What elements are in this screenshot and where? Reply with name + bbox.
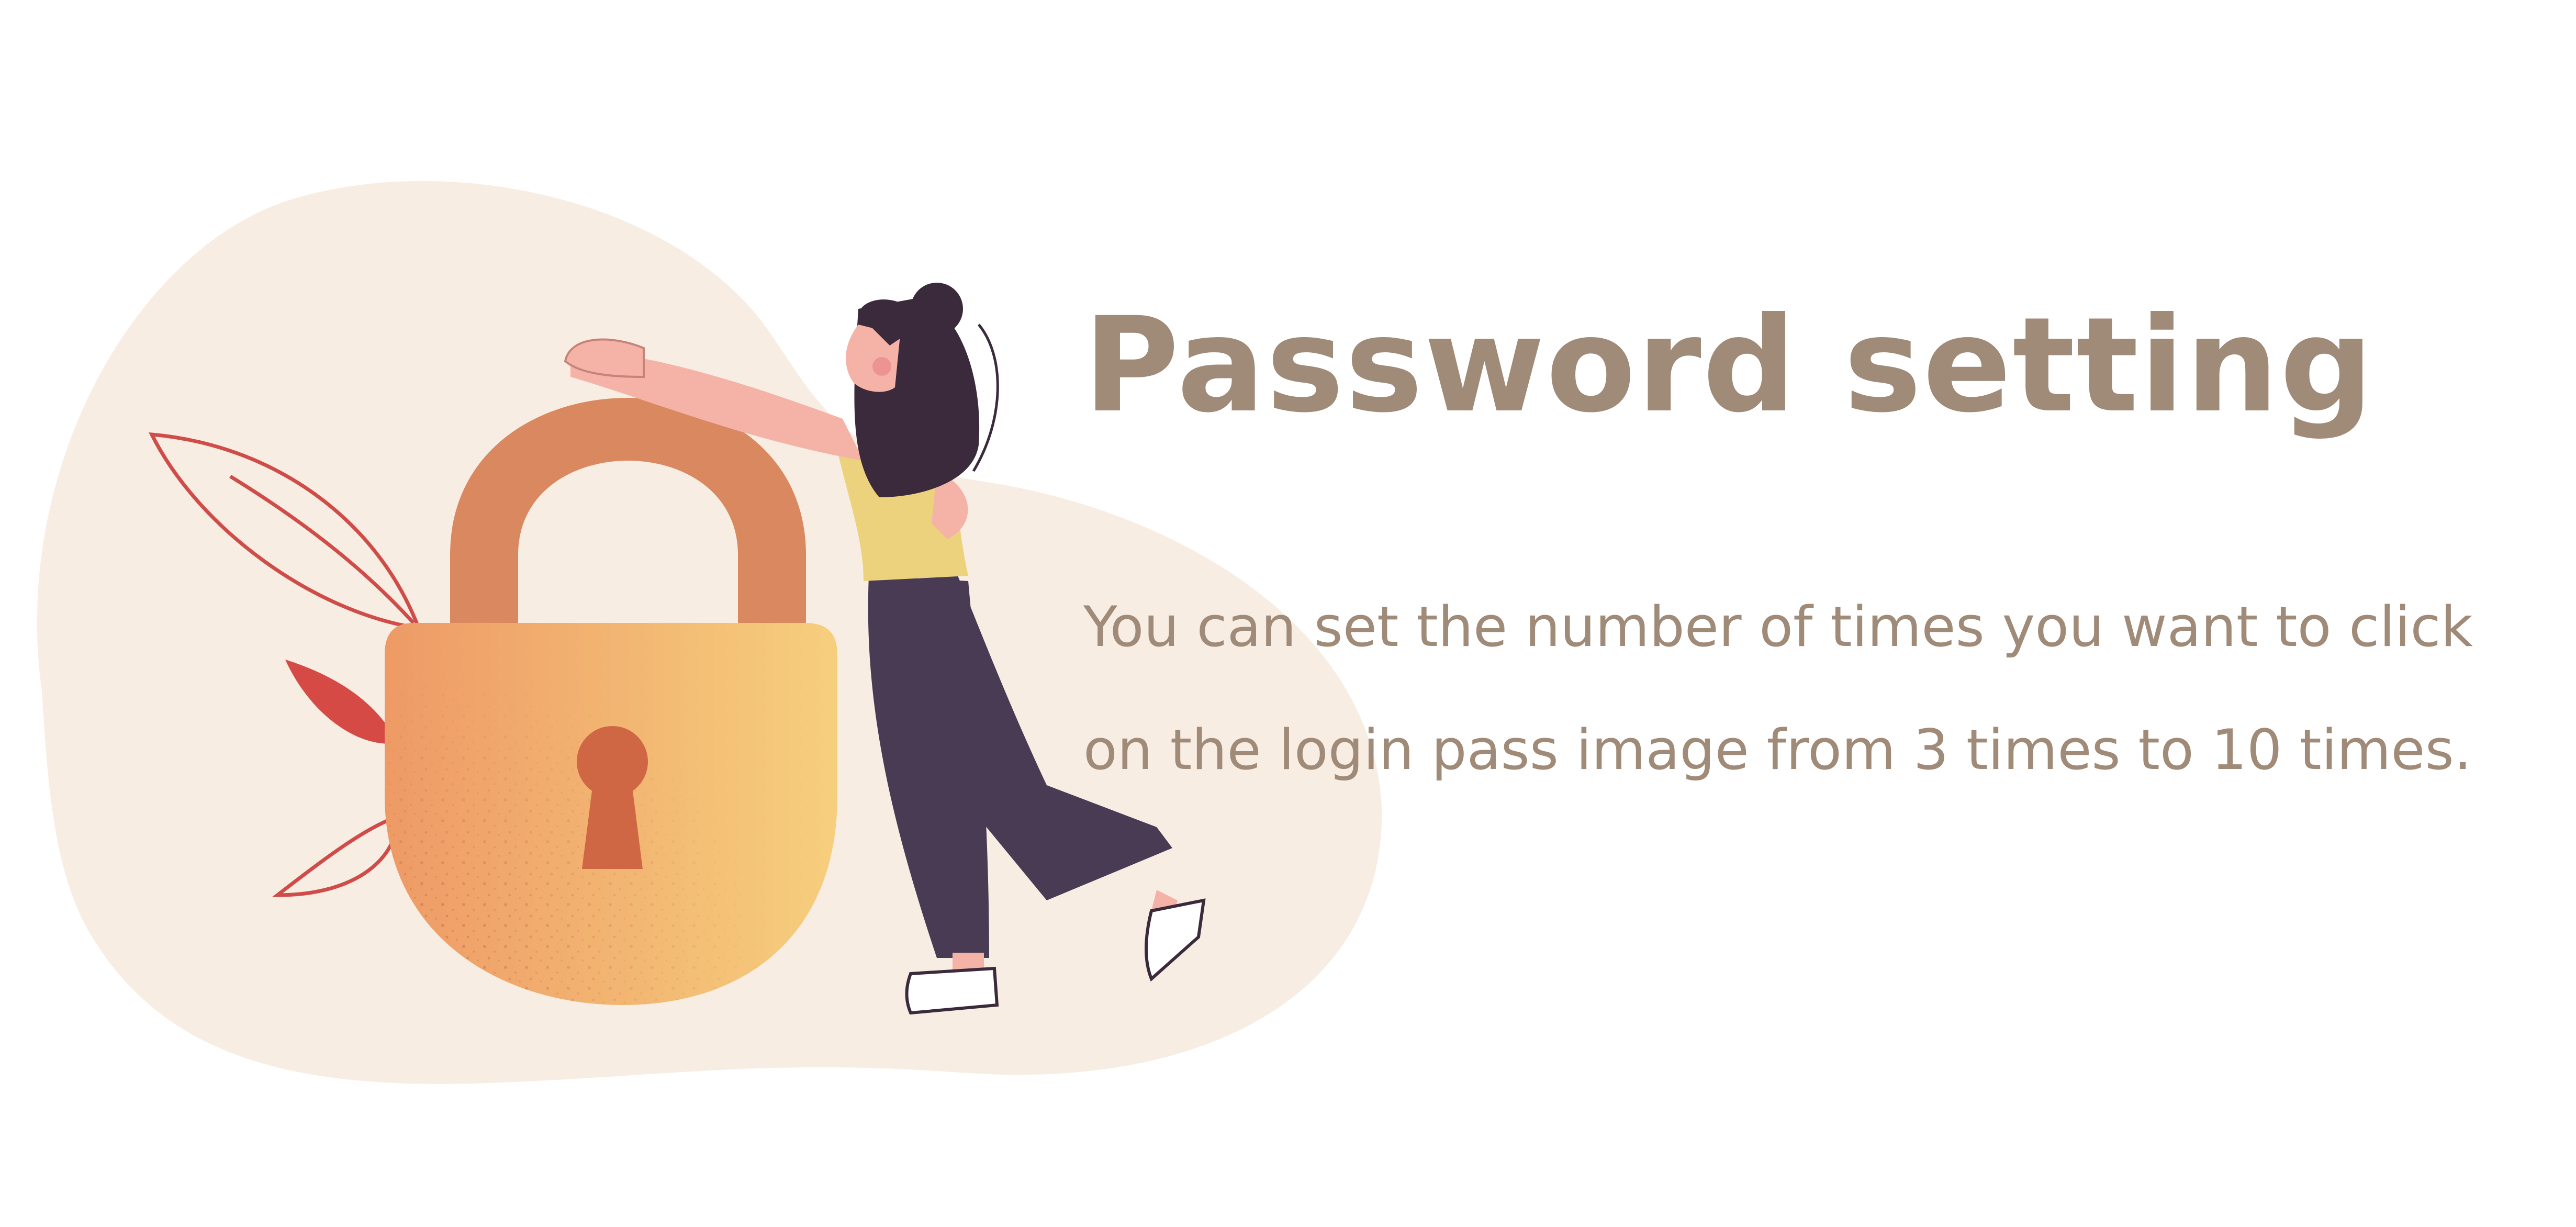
padlock-icon: [385, 623, 837, 1005]
page-title: Password setting: [1083, 289, 2375, 441]
description-line-1: You can set the number of times you want…: [1083, 595, 2473, 659]
description-line-2: on the login pass image from 3 times to …: [1083, 718, 2472, 782]
description-text: You can set the number of times you want…: [1083, 565, 2549, 811]
password-setting-screen: Password setting You can set the number …: [0, 0, 2576, 1227]
